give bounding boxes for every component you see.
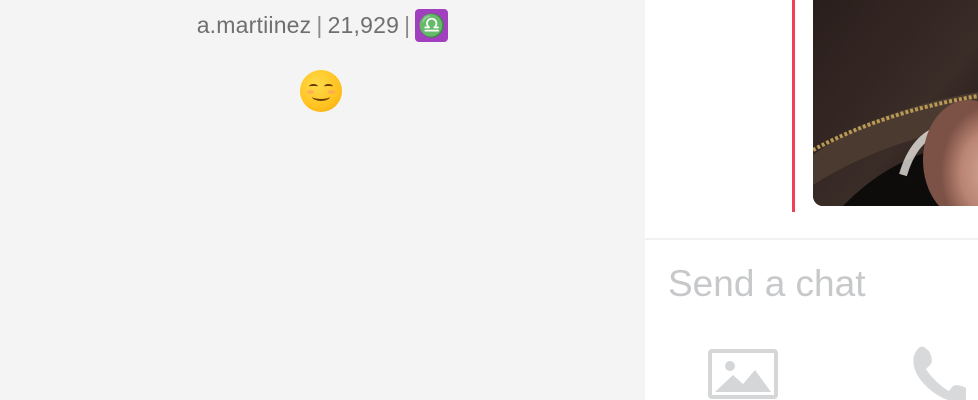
photo-button[interactable] <box>707 348 779 400</box>
username: a.martiinez <box>196 12 312 38</box>
libra-zodiac-icon: ♎ <box>415 9 449 42</box>
snap-score: 21,929 <box>327 12 400 38</box>
separator: | <box>404 12 411 38</box>
message-indicator-bar <box>792 0 795 212</box>
send-chat-input[interactable] <box>668 262 968 306</box>
profile-info-line: a.martiinez | 21,929 | ♎ <box>0 9 645 42</box>
call-button[interactable] <box>906 344 966 400</box>
separator: | <box>316 12 323 38</box>
snap-photo <box>813 0 978 206</box>
snap-thumbnail[interactable] <box>813 0 978 206</box>
chat-divider <box>645 238 978 240</box>
image-icon <box>708 349 778 399</box>
smiling-face-icon <box>300 70 342 112</box>
phone-icon <box>913 346 966 400</box>
profile-panel: a.martiinez | 21,929 | ♎ <box>0 0 645 400</box>
